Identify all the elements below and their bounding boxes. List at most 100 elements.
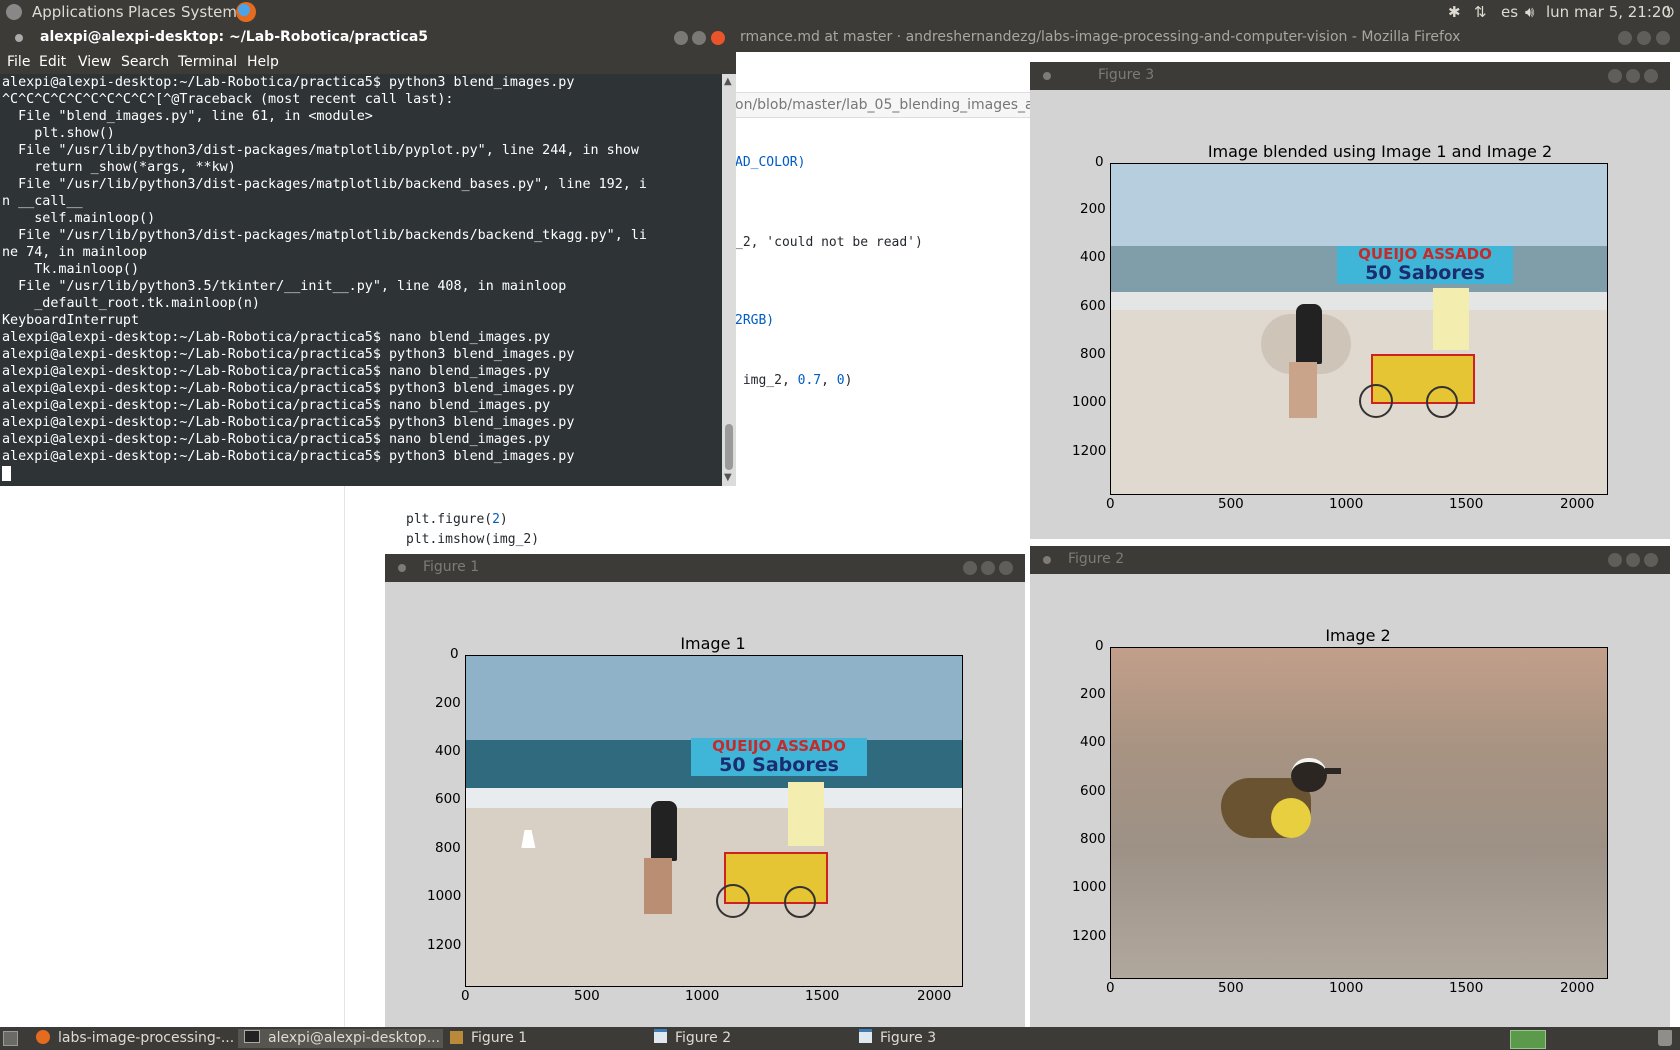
x-tick: 500 — [1218, 496, 1244, 512]
terminal-line: File "/usr/lib/python3/dist-packages/mat… — [2, 143, 639, 158]
terminal-menubar: File Edit View Search Terminal Help — [0, 52, 736, 74]
y-tick: 600 — [1080, 783, 1106, 799]
page-divider — [344, 485, 345, 1027]
terminal-window[interactable]: alexpi@alexpi-desktop: ~/Lab-Robotica/pr… — [0, 24, 736, 486]
figure2-titlebar[interactable]: Figure 2 — [1030, 546, 1670, 574]
terminal-minimize-button[interactable] — [674, 31, 688, 45]
window-controls — [1608, 69, 1662, 83]
taskbar-item-firefox[interactable]: labs-image-processing-... — [30, 1029, 235, 1048]
ubuntu-logo-icon[interactable] — [6, 4, 22, 20]
workspace-switcher[interactable] — [1510, 1030, 1546, 1049]
sign-text-bottom: 50 Sabores — [719, 754, 839, 776]
close-button[interactable] — [1644, 69, 1658, 83]
taskbar-item-figure3[interactable]: Figure 3 — [855, 1029, 1055, 1048]
figure1-window[interactable]: Figure 1 Image 1 QUEIJO ASSADO 50 Sabore… — [385, 554, 1025, 1027]
close-button[interactable] — [1644, 553, 1658, 567]
minimize-button[interactable] — [1608, 553, 1622, 567]
maximize-button[interactable] — [1626, 553, 1640, 567]
power-icon[interactable]: ⏻ — [1662, 3, 1674, 21]
y-tick: 1000 — [427, 888, 462, 904]
terminal-close-button[interactable] — [711, 31, 725, 45]
firefox-window-title: rmance.md at master · andreshernandezg/l… — [740, 29, 1461, 45]
sign-text-bottom: 50 Sabores — [1365, 262, 1485, 284]
scrollbar-thumb[interactable] — [725, 424, 733, 470]
minimize-button[interactable] — [963, 561, 977, 575]
applications-menu[interactable]: Applications — [32, 3, 124, 21]
taskbar-label: Figure 1 — [471, 1030, 528, 1046]
taskbar-item-figure1[interactable]: Figure 1 — [446, 1029, 646, 1048]
figure3-titlebar[interactable]: Figure 3 — [1030, 62, 1670, 90]
github-file-path[interactable]: on/blob/master/lab_05_blending_images_a — [735, 92, 1035, 118]
x-tick: 0 — [1106, 496, 1115, 512]
terminal-maximize-button[interactable] — [692, 31, 706, 45]
terminal-titlebar[interactable]: alexpi@alexpi-desktop: ~/Lab-Robotica/pr… — [0, 24, 736, 52]
volume-icon[interactable]: 🔊︎ — [1525, 3, 1534, 21]
code-line: plt.figure(2) — [406, 512, 508, 527]
code-text: AD_COLOR) — [735, 155, 806, 170]
terminal-line: ne 74, in mainloop — [2, 245, 148, 260]
taskbar-label: alexpi@alexpi-desktop... — [268, 1030, 441, 1046]
terminal-line: alexpi@alexpi-desktop:~/Lab-Robotica/pra… — [2, 415, 575, 430]
taskbar-item-terminal[interactable]: alexpi@alexpi-desktop... — [238, 1029, 443, 1048]
x-tick: 1000 — [1329, 496, 1364, 512]
x-tick: 500 — [574, 988, 600, 1004]
x-tick: 1000 — [685, 988, 720, 1004]
y-tick: 200 — [1080, 201, 1106, 217]
y-tick: 1000 — [1072, 879, 1107, 895]
bird-beak — [1325, 768, 1341, 774]
terminal-line: n __call__ — [2, 194, 83, 209]
terminal-line: alexpi@alexpi-desktop:~/Lab-Robotica/pra… — [2, 330, 551, 345]
figure1-titlebar[interactable]: Figure 1 — [385, 554, 1025, 582]
network-icon[interactable]: ⇅ — [1474, 3, 1487, 21]
menu-file[interactable]: File — [7, 54, 30, 70]
terminal-line: alexpi@alexpi-desktop:~/Lab-Robotica/pra… — [2, 449, 575, 464]
menu-terminal[interactable]: Terminal — [178, 54, 237, 70]
window-menu-icon[interactable] — [398, 564, 406, 572]
close-button[interactable] — [999, 561, 1013, 575]
trash-icon[interactable] — [1658, 1030, 1672, 1046]
figure2-window[interactable]: Figure 2 Image 2 0 200 400 600 800 1000 … — [1030, 546, 1670, 1027]
menu-help[interactable]: Help — [247, 54, 279, 70]
window-menu-icon[interactable] — [1043, 72, 1051, 80]
show-desktop-icon[interactable] — [3, 1031, 18, 1046]
minimize-button[interactable] — [1608, 69, 1622, 83]
bluetooth-icon[interactable]: ✱ — [1448, 3, 1461, 21]
bird-belly — [1271, 798, 1311, 838]
menu-view[interactable]: View — [78, 54, 111, 70]
places-menu[interactable]: Places — [128, 3, 176, 21]
firefox-close-button[interactable] — [1656, 31, 1670, 45]
terminal-scrollbar[interactable]: ▲ ▼ — [722, 74, 736, 486]
firefox-maximize-button[interactable] — [1637, 31, 1651, 45]
terminal-line: plt.show() — [2, 126, 115, 141]
menu-search[interactable]: Search — [121, 54, 169, 70]
scroll-up-arrow[interactable]: ▲ — [724, 76, 732, 87]
window-controls — [1608, 553, 1662, 567]
code-text: , — [821, 373, 837, 388]
window-icon — [859, 1029, 872, 1043]
beach-vendor-image: QUEIJO ASSADO 50 Sabores — [465, 655, 963, 987]
window-menu-icon[interactable] — [15, 34, 23, 42]
code-text: img_2, — [735, 373, 798, 388]
code-line: 2RGB) — [735, 313, 774, 328]
top-panel: Applications Places System ✱ ⇅ es 🔊︎ lun… — [0, 0, 1680, 24]
scroll-down-arrow[interactable]: ▼ — [724, 472, 732, 483]
system-menu[interactable]: System — [181, 3, 237, 21]
clock[interactable]: lun mar 5, 21:20 — [1546, 3, 1671, 21]
y-tick: 1000 — [1072, 394, 1107, 410]
figure3-window[interactable]: Figure 3 Image blended using Image 1 and… — [1030, 62, 1670, 539]
firefox-launcher-icon[interactable] — [236, 2, 256, 22]
terminal-output[interactable]: alexpi@alexpi-desktop:~/Lab-Robotica/pra… — [0, 74, 722, 486]
maximize-button[interactable] — [981, 561, 995, 575]
cart-wheel — [784, 886, 816, 918]
y-tick: 0 — [1095, 638, 1104, 654]
maximize-button[interactable] — [1626, 69, 1640, 83]
firefox-minimize-button[interactable] — [1618, 31, 1632, 45]
window-icon — [654, 1029, 667, 1043]
window-menu-icon[interactable] — [1043, 556, 1051, 564]
keyboard-layout-indicator[interactable]: es — [1501, 3, 1518, 21]
terminal-cursor — [2, 466, 11, 481]
x-tick: 500 — [1218, 980, 1244, 996]
menu-edit[interactable]: Edit — [39, 54, 66, 70]
taskbar-item-figure2[interactable]: Figure 2 — [650, 1029, 850, 1048]
sign-text-top: QUEIJO ASSADO — [712, 737, 846, 755]
